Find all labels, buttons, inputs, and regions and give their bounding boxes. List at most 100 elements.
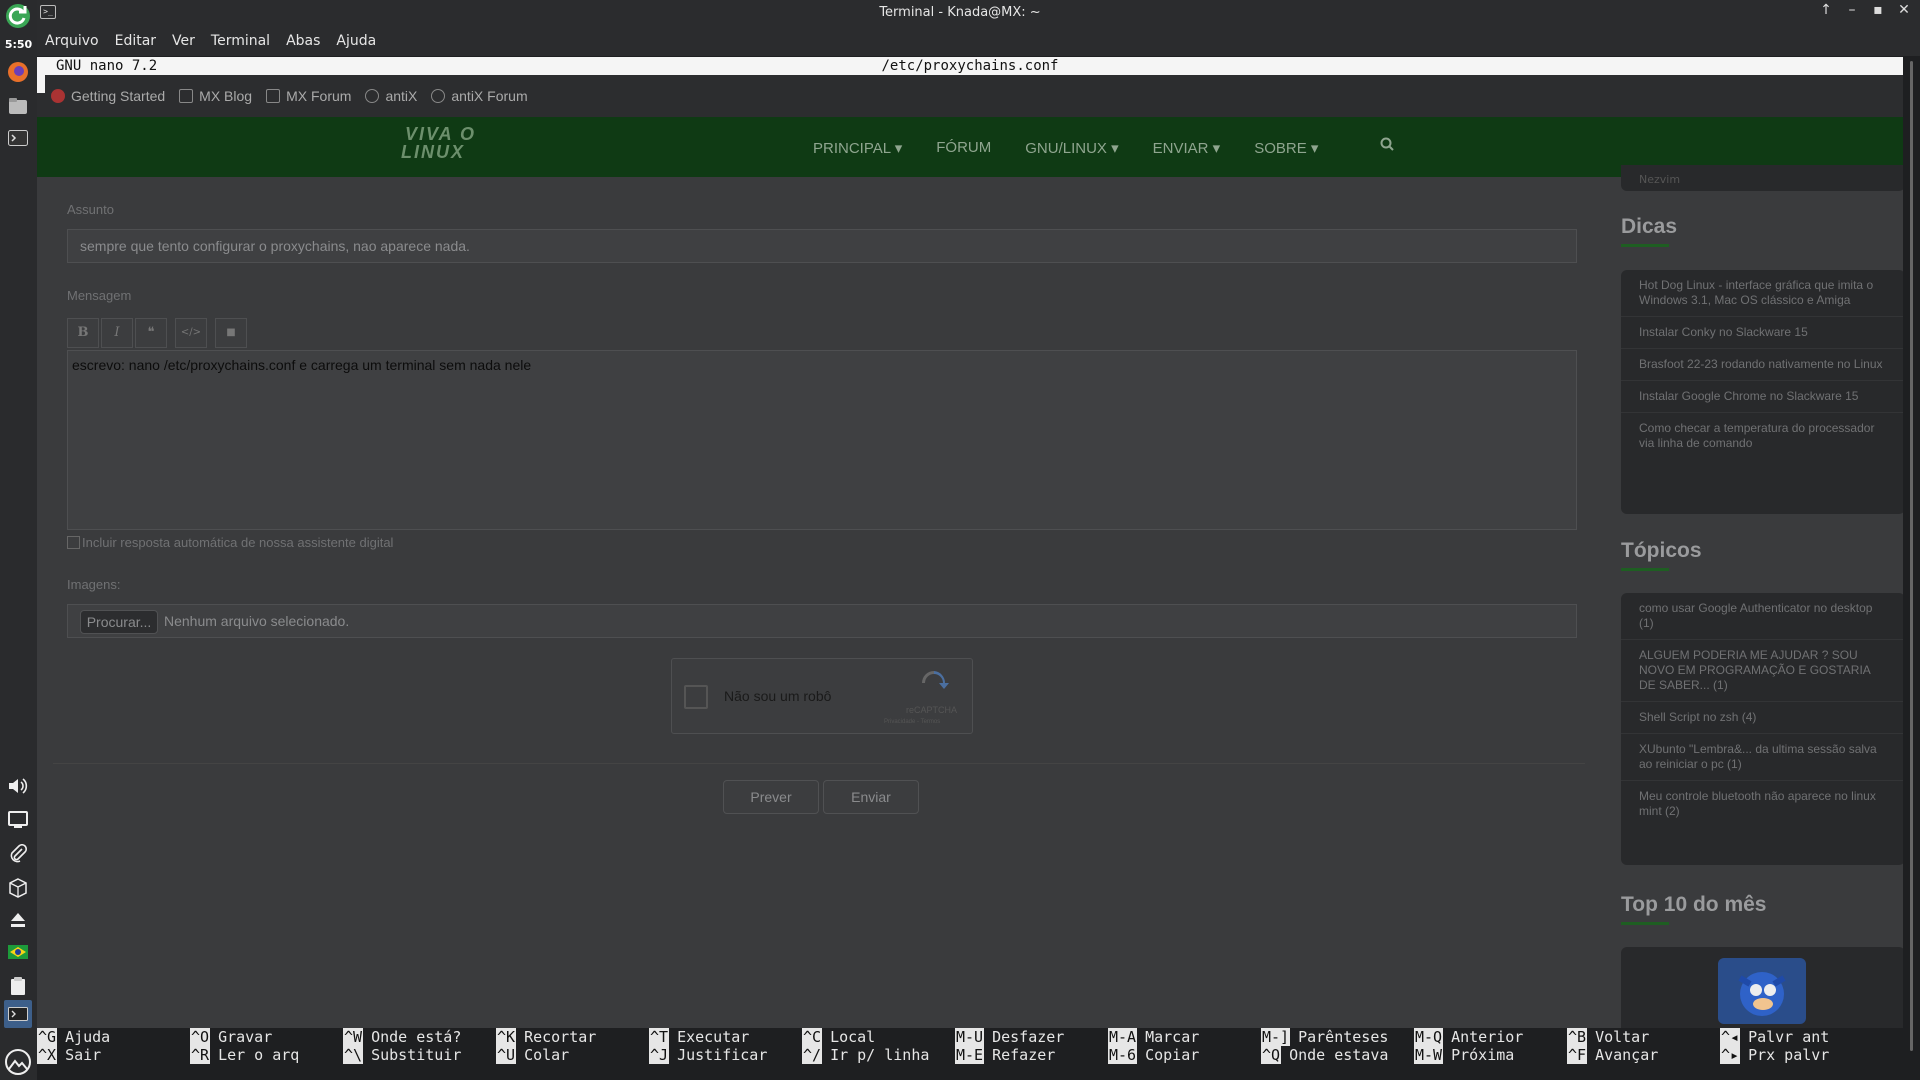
preview-button[interactable]: Prever: [723, 780, 819, 814]
shortcut-label: Sair: [65, 1046, 102, 1064]
bookmark-getting-started[interactable]: Getting Started: [51, 88, 165, 104]
dica-item[interactable]: Como checar a temperatura do processador…: [1621, 413, 1903, 459]
dica-item[interactable]: Brasfoot 22-23 rodando nativamente no Li…: [1621, 349, 1903, 381]
shortcut-item: ^R Ler o arq: [190, 1046, 299, 1064]
terminal-icon[interactable]: [4, 124, 32, 152]
terminal-active-icon[interactable]: [4, 1000, 32, 1028]
shortcut-key: ^K: [496, 1028, 517, 1046]
shortcut-item: ^J Justificar: [649, 1046, 767, 1064]
menu-terminal[interactable]: Terminal: [211, 33, 270, 49]
volume-icon[interactable]: [4, 772, 32, 800]
panel-clock: 5:50: [4, 38, 33, 51]
recaptcha-logo-icon: [919, 671, 949, 698]
shortcut-label: Onde está?: [371, 1028, 462, 1046]
maximize-button[interactable]: ▪: [1870, 2, 1886, 18]
menu-ajuda[interactable]: Ajuda: [336, 33, 376, 49]
subject-input[interactable]: sempre que tento configurar o proxychain…: [67, 229, 1577, 263]
message-textarea[interactable]: escrevo: nano /etc/proxychains.conf e ca…: [67, 350, 1577, 530]
text-cursor: [37, 75, 45, 93]
sidebar-top-panel: Nezvim: [1621, 165, 1903, 191]
shortcut-key: ^F: [1567, 1046, 1588, 1064]
eject-icon[interactable]: [4, 906, 32, 934]
shortcut-column: M-] Parênteses ^Q Onde estava: [1261, 1028, 1388, 1064]
shortcut-label: Recortar: [524, 1028, 597, 1046]
auto-reply-checkbox[interactable]: [67, 536, 80, 549]
refresh-icon[interactable]: [4, 2, 32, 30]
quote-button[interactable]: ❝: [135, 318, 167, 348]
shortcut-item: ^T Executar: [649, 1028, 767, 1046]
shortcut-item: ^B Voltar: [1567, 1028, 1658, 1046]
topico-item[interactable]: Shell Script no zsh (4): [1621, 702, 1903, 734]
keep-above-button[interactable]: ↑: [1818, 2, 1834, 18]
shortcut-item: ^C Local: [802, 1028, 929, 1046]
package-icon[interactable]: [4, 874, 32, 902]
nav-sobre[interactable]: SOBRE ▾: [1254, 139, 1318, 157]
shortcut-item: ^F Avançar: [1567, 1046, 1658, 1064]
terminal-scrollbar[interactable]: [1903, 57, 1920, 1080]
topico-item[interactable]: ALGUEM PODERIA ME AJUDAR ? SOU NOVO EM P…: [1621, 640, 1903, 702]
nav-principal[interactable]: PRINCIPAL ▾: [813, 139, 902, 157]
file-manager-icon[interactable]: [4, 92, 32, 120]
nav-gnu-linux[interactable]: GNU/LINUX ▾: [1025, 139, 1118, 157]
video-button[interactable]: ■: [215, 318, 247, 348]
menu-arquivo[interactable]: Arquivo: [45, 33, 99, 49]
browse-button[interactable]: Procurar...: [80, 610, 158, 634]
site-logo[interactable]: VIVA O LINUX: [401, 125, 476, 161]
scrollbar-thumb[interactable]: [1910, 61, 1913, 1051]
send-button[interactable]: Enviar: [823, 780, 919, 814]
shortcut-label: Substituir: [371, 1046, 462, 1064]
nav-enviar[interactable]: ENVIAR ▾: [1153, 139, 1221, 157]
dicas-panel: Hot Dog Linux - interface gráfica que im…: [1621, 270, 1903, 514]
menu-editar[interactable]: Editar: [115, 33, 156, 49]
bold-button[interactable]: B: [67, 318, 99, 348]
menu-abas[interactable]: Abas: [286, 33, 320, 49]
shortcut-key: M-W: [1414, 1046, 1444, 1064]
menu-ver[interactable]: Ver: [172, 33, 195, 49]
shortcut-label: Prx palvr: [1748, 1046, 1830, 1064]
dica-item[interactable]: Instalar Conky no Slackware 15: [1621, 317, 1903, 349]
bookmark-mx-forum[interactable]: MX Forum: [266, 88, 351, 104]
search-icon[interactable]: [1380, 137, 1394, 155]
shortcut-item: ^◂ Palvr ant: [1720, 1028, 1829, 1046]
shortcut-item: ^G Ajuda: [37, 1028, 110, 1046]
bookmark-mx-blog[interactable]: MX Blog: [179, 88, 252, 104]
shortcut-key: M-A: [1108, 1028, 1138, 1046]
clipboard-icon[interactable]: [4, 972, 32, 1000]
italic-button[interactable]: I: [101, 318, 133, 348]
display-icon[interactable]: [4, 806, 32, 834]
top10-panel: [1621, 947, 1903, 1030]
shortcut-key: M-U: [955, 1028, 985, 1046]
code-button[interactable]: </>: [175, 318, 207, 348]
mx-logo-icon[interactable]: [4, 1048, 32, 1076]
recaptcha-links[interactable]: Privacidade - Termos: [884, 719, 940, 725]
dica-item[interactable]: Instalar Google Chrome no Slackware 15: [1621, 381, 1903, 413]
shortcut-key: M-Q: [1414, 1028, 1444, 1046]
nav-forum[interactable]: FÓRUM: [936, 139, 991, 157]
recaptcha-checkbox[interactable]: [684, 685, 708, 709]
shortcut-key: ^/: [802, 1046, 823, 1064]
close-button[interactable]: ✕: [1896, 2, 1912, 18]
shortcut-key: ^\: [343, 1046, 364, 1064]
recaptcha-brand: reCAPTCHA: [906, 705, 958, 715]
avatar[interactable]: [1718, 958, 1806, 1024]
topico-item[interactable]: Meu controle bluetooth não aparece no li…: [1621, 781, 1903, 827]
paperclip-icon[interactable]: [4, 840, 32, 868]
firefox-icon[interactable]: [4, 58, 32, 86]
topico-item[interactable]: como usar Google Authenticator no deskto…: [1621, 593, 1903, 640]
shortcut-key: ^R: [190, 1046, 211, 1064]
bookmark-antix[interactable]: antiX: [365, 88, 417, 104]
shortcut-key: M-]: [1261, 1028, 1291, 1046]
shortcut-key: ^G: [37, 1028, 58, 1046]
shortcut-column: M-U Desfazer M-E Refazer: [955, 1028, 1064, 1064]
shortcut-key: ^▸: [1720, 1046, 1741, 1064]
file-input[interactable]: Procurar... Nenhum arquivo selecionado.: [67, 604, 1577, 638]
shortcut-item: ^▸ Prx palvr: [1720, 1046, 1829, 1064]
bookmark-antix-forum[interactable]: antiX Forum: [431, 88, 528, 104]
topico-item[interactable]: XUbunto "Lembra&... da ultima sessão sal…: [1621, 734, 1903, 781]
minimize-button[interactable]: –: [1844, 2, 1860, 18]
dica-item[interactable]: Hot Dog Linux - interface gráfica que im…: [1621, 270, 1903, 317]
auto-reply-option[interactable]: Incluir resposta automática de nossa ass…: [67, 535, 393, 550]
flag-brazil-icon[interactable]: [4, 938, 32, 966]
shortcut-item: ^O Gravar: [190, 1028, 299, 1046]
globe-icon: [431, 89, 446, 103]
